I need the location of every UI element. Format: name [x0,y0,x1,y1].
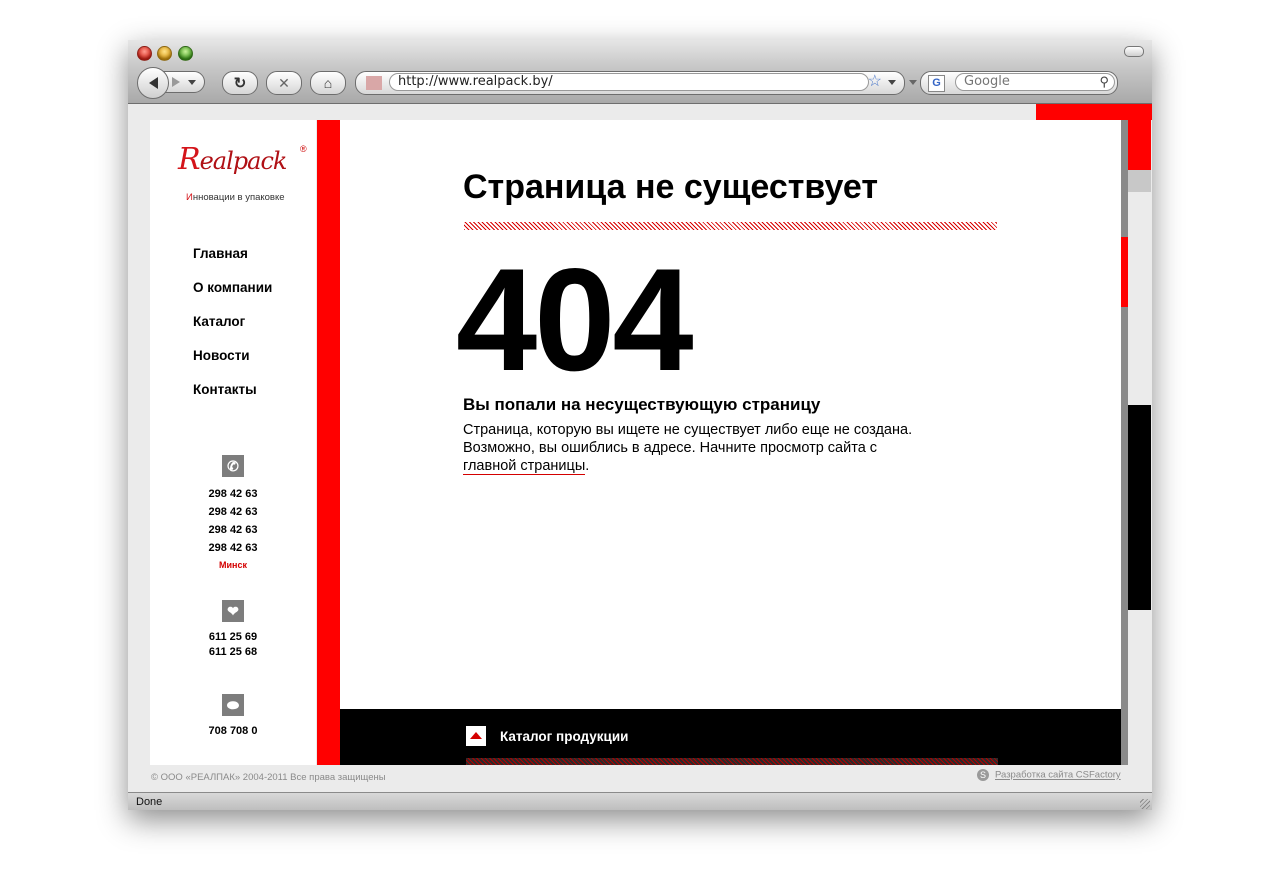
toolbar-toggle-button[interactable] [1124,46,1144,57]
decor-red-block [1128,120,1151,170]
scrollbar-thumb[interactable] [1121,237,1128,307]
back-arrow-icon [148,77,158,89]
logo-tagline: Инновации в упаковке [186,192,285,203]
address-bar[interactable]: ☆ [355,71,905,95]
city-label: Минск [219,560,247,570]
error-subtitle: Вы попали на несуществующую страницу [463,395,821,414]
resize-grip-icon[interactable] [1140,799,1150,809]
mobile-number: 611 25 68 [208,646,258,658]
status-text: Done [136,796,163,808]
close-window-button[interactable] [137,46,152,61]
stop-button[interactable]: ✕ [266,71,302,95]
mobile-number: 708 708 0 [208,725,258,737]
search-input[interactable] [955,73,1115,91]
developer-credit: S Разработка сайта CSFactory [977,769,1121,781]
menu-item-catalog[interactable]: Каталог [193,314,272,348]
forward-arrow-icon [172,77,180,87]
zoom-window-button[interactable] [178,46,193,61]
back-forward-group [137,67,213,99]
developer-link[interactable]: Разработка сайта CSFactory [995,770,1121,781]
drop-operator-icon: ⬬ [222,694,244,716]
contact-life: ⬬ 708 708 0 [150,694,316,739]
search-bar[interactable]: G ⚲ [920,71,1118,95]
heart-operator-icon: ❤ [222,600,244,622]
home-page-link[interactable]: главной страницы [463,458,586,475]
main-content: Страница не существует 404 Вы попали на … [340,120,1121,709]
catalog-bar: Каталог продукции [340,709,1121,765]
catalog-hatch-divider [466,758,998,765]
phone-icon: ✆ [222,455,244,477]
stop-icon: ✕ [278,74,290,91]
csfactory-logo-icon: S [977,769,989,781]
decor-red-column [317,120,340,765]
menu-item-home[interactable]: Главная [193,246,272,280]
url-dropdown-icon[interactable] [888,80,896,85]
page-title: Страница не существует [463,168,879,206]
error-message: Страница, которую вы ищете не существует… [463,422,913,475]
status-bar: Done [128,792,1152,810]
bookmark-star-icon[interactable]: ☆ [868,73,882,91]
browser-toolbar: ↻ ✕ ⌂ ☆ G ⚲ [128,40,1152,104]
page-viewport: Realpack ® Инновации в упаковке Главная … [128,104,1152,792]
decor-grey-block [1128,170,1151,192]
mobile-number: 611 25 69 [208,631,258,643]
minimize-window-button[interactable] [157,46,172,61]
back-button[interactable] [137,67,169,99]
contact-phones: ✆ 298 42 63 298 42 63 298 42 63 298 42 6… [150,455,316,573]
menu-item-contacts[interactable]: Контакты [193,382,272,416]
reload-button[interactable]: ↻ [222,71,258,95]
sidebar: Realpack ® Инновации в упаковке Главная … [150,120,316,765]
logo-registered-mark: ® [300,144,307,154]
catalog-products-link[interactable]: Каталог продукции [500,729,628,744]
decor-right-strip [1128,120,1152,792]
history-dropdown-icon [188,79,196,85]
page-scrollbar[interactable] [1121,120,1128,765]
home-icon: ⌂ [323,75,333,91]
reload-icon: ↻ [233,75,247,92]
title-hatch-divider [464,222,997,230]
copyright-text: © ООО «РЕАЛПАК» 2004-2011 Все права защи… [151,772,386,783]
error-code: 404 [456,238,694,401]
browser-window: ↻ ✕ ⌂ ☆ G ⚲ [128,40,1152,810]
phone-number: 298 42 63 [208,542,258,554]
phone-number: 298 42 63 [208,524,258,536]
decor-top-red-block [1036,104,1152,120]
toolbar-separator-icon [909,80,917,85]
decor-black-block [1128,405,1151,610]
phone-number: 298 42 63 [208,506,258,518]
contact-velcom: ❤ 611 25 69 611 25 68 [150,600,316,660]
google-engine-icon[interactable]: G [928,75,945,92]
logo-wordmark: Realpack [178,142,287,177]
phone-number: 298 42 63 [208,488,258,500]
main-menu: Главная О компании Каталог Новости Конта… [193,246,272,416]
expand-up-icon[interactable] [466,726,486,746]
menu-item-news[interactable]: Новости [193,348,272,382]
site-favicon-icon [366,76,382,90]
menu-item-about[interactable]: О компании [193,280,272,314]
search-icon[interactable]: ⚲ [1099,74,1109,90]
realpack-logo[interactable]: Realpack ® Инновации в упаковке [174,140,314,210]
home-button[interactable]: ⌂ [310,71,346,95]
url-input[interactable] [389,73,869,91]
